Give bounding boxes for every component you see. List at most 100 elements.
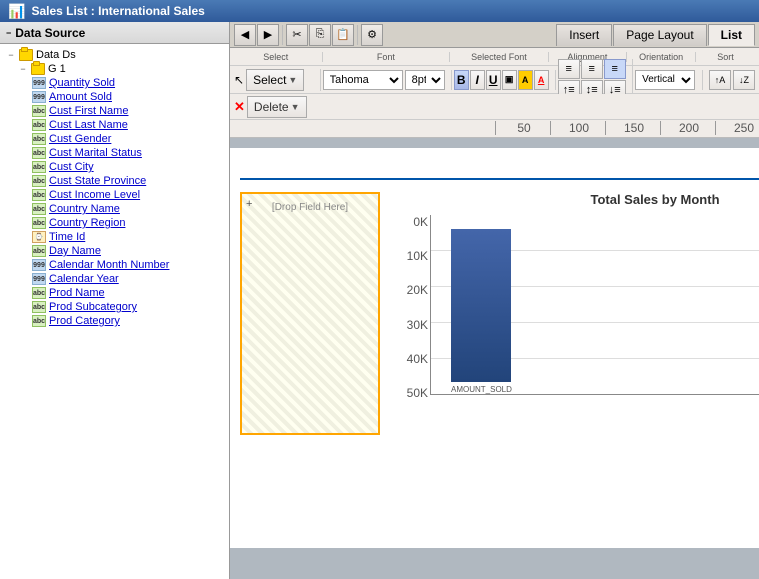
ruler: 50100150200250300350400450500 (230, 120, 759, 138)
toolbar-icon-paste[interactable]: 📋 (332, 24, 354, 46)
datasource-label: Data Source (15, 26, 85, 40)
toolbar-icon-undo[interactable]: ◀ (234, 24, 256, 46)
tree-expand-group[interactable]: − (18, 64, 28, 74)
tree-field-item[interactable]: abc Country Name (4, 202, 225, 216)
select-section-label: Select (234, 52, 323, 62)
toolbar-icon-cut[interactable]: ✂ (286, 24, 308, 46)
field-label: Calendar Month Number (49, 259, 169, 271)
divider1 (282, 25, 283, 45)
align-center-btn[interactable]: ≡ (581, 59, 603, 79)
tree-field-item[interactable]: 999 Calendar Year (4, 272, 225, 286)
field-icon: abc (32, 175, 46, 187)
tree-field-item[interactable]: abc Cust City (4, 160, 225, 174)
field-label: Day Name (49, 245, 101, 257)
field-label: Country Region (49, 217, 125, 229)
bold-btn[interactable]: B (454, 70, 469, 90)
underline-btn[interactable]: U (486, 70, 501, 90)
tree-expand-root[interactable]: − (6, 50, 16, 60)
field-label: Cust Gender (49, 133, 111, 145)
field-list: 999 Quantity Sold 999 Amount Sold abc Cu… (4, 76, 225, 328)
app-icon: 📊 (8, 3, 25, 20)
divider2 (357, 25, 358, 45)
tree-root[interactable]: − Data Ds (4, 48, 225, 62)
delete-arrow: ▼ (291, 102, 300, 112)
tree-field-item[interactable]: abc Cust Last Name (4, 118, 225, 132)
italic-btn[interactable]: I (470, 70, 485, 90)
y-axis: 50K 40K 30K 20K 10K 0K (390, 215, 428, 415)
field-icon: abc (32, 133, 46, 145)
ruler-mark: 200 (660, 121, 715, 135)
window-title: Sales List : International Sales (31, 4, 204, 18)
field-label: Cust Marital Status (49, 147, 142, 159)
drop-field-zone[interactable]: [Drop Field Here] (240, 192, 380, 435)
field-icon: abc (32, 189, 46, 201)
tree-field-item[interactable]: abc Cust First Name (4, 104, 225, 118)
field-icon: 999 (32, 259, 46, 271)
toolbar-icon-action[interactable]: ⚙ (361, 24, 383, 46)
ruler-mark: 250 (715, 121, 759, 135)
tree-field-item[interactable]: abc Country Region (4, 216, 225, 230)
tree-field-item[interactable]: 999 Quantity Sold (4, 76, 225, 90)
delete-icon: ✕ (234, 99, 245, 115)
tree-field-item[interactable]: 999 Amount Sold (4, 90, 225, 104)
tree-field-item[interactable]: abc Prod Category (4, 314, 225, 328)
canvas-page: Customer S [Drop Field Here] Total Sales… (230, 148, 759, 548)
highlight-btn[interactable]: A (518, 70, 533, 90)
select-arrow: ▼ (288, 75, 297, 85)
tree-field-item[interactable]: abc Cust State Province (4, 174, 225, 188)
tree-field-item[interactable]: abc Prod Name (4, 286, 225, 300)
report-body: [Drop Field Here] Total Sales by Month 5… (230, 182, 759, 445)
ruler-mark: 100 (550, 121, 605, 135)
font-color-btn[interactable]: A (534, 70, 549, 90)
group-label: G 1 (48, 63, 66, 75)
tree-field-item[interactable]: 999 Calendar Month Number (4, 258, 225, 272)
field-label: Cust City (49, 161, 94, 173)
tab-page-layout[interactable]: Page Layout (613, 24, 706, 46)
field-label: Cust State Province (49, 175, 146, 187)
left-panel: − Data Source − Data Ds − G 1 999 Quanti… (0, 22, 230, 579)
field-icon: abc (32, 203, 46, 215)
field-icon: abc (32, 119, 46, 131)
select-dropdown-btn[interactable]: Select ▼ (246, 69, 304, 91)
field-label: Cust Income Level (49, 189, 140, 201)
tree-container[interactable]: − Data Ds − G 1 999 Quantity Sold 999 Am… (0, 44, 229, 579)
tree-field-item[interactable]: abc Day Name (4, 244, 225, 258)
field-label: Prod Subcategory (49, 301, 137, 313)
field-icon: abc (32, 105, 46, 117)
field-label: Amount Sold (49, 91, 112, 103)
orientation-select[interactable]: Vertical Horizontal Rotate 90 (635, 70, 695, 90)
chart-wrapper: 50K 40K 30K 20K 10K 0K (390, 215, 759, 435)
tree-group[interactable]: − G 1 (4, 62, 225, 76)
sort-asc-btn[interactable]: ↑A (709, 70, 731, 90)
font-select[interactable]: Tahoma Arial Times New Roman (323, 70, 403, 90)
root-label: Data Ds (36, 49, 76, 61)
canvas-area[interactable]: Customer S [Drop Field Here] Total Sales… (230, 138, 759, 579)
tree-field-item[interactable]: abc Cust Gender (4, 132, 225, 146)
bar-amount-sold (451, 229, 511, 382)
sort-desc-btn[interactable]: ↓Z (733, 70, 755, 90)
toolbar-icon-redo[interactable]: ▶ (257, 24, 279, 46)
tab-list[interactable]: List (708, 24, 755, 46)
tree-field-item[interactable]: abc Cust Marital Status (4, 146, 225, 160)
bar-label: AMOUNT_SOLD (451, 385, 512, 394)
field-label: Country Name (49, 203, 120, 215)
align-right-btn[interactable]: ≡ (604, 59, 626, 79)
font-section-label: Font (323, 52, 451, 62)
tree-field-item[interactable]: abc Cust Income Level (4, 188, 225, 202)
align-row-top: ≡ ≡ ≡ (558, 59, 626, 79)
field-icon: 999 (32, 273, 46, 285)
border-btn[interactable]: ▣ (502, 70, 517, 90)
tree-field-item[interactable]: ⌚ Time Id (4, 230, 225, 244)
tree-field-item[interactable]: abc Prod Subcategory (4, 300, 225, 314)
field-icon: abc (32, 301, 46, 313)
folder-icon-root (19, 49, 33, 61)
field-label: Time Id (49, 231, 85, 243)
size-select[interactable]: 8pt 10pt 12pt (405, 70, 445, 90)
datasource-header: − Data Source (0, 22, 229, 44)
toolbar-icon-copy[interactable]: ⎘ (309, 24, 331, 46)
field-label: Quantity Sold (49, 77, 115, 89)
tab-insert[interactable]: Insert (556, 24, 612, 46)
field-label: Prod Category (49, 315, 120, 327)
align-left-btn[interactable]: ≡ (558, 59, 580, 79)
delete-dropdown-btn[interactable]: Delete ▼ (247, 96, 307, 118)
